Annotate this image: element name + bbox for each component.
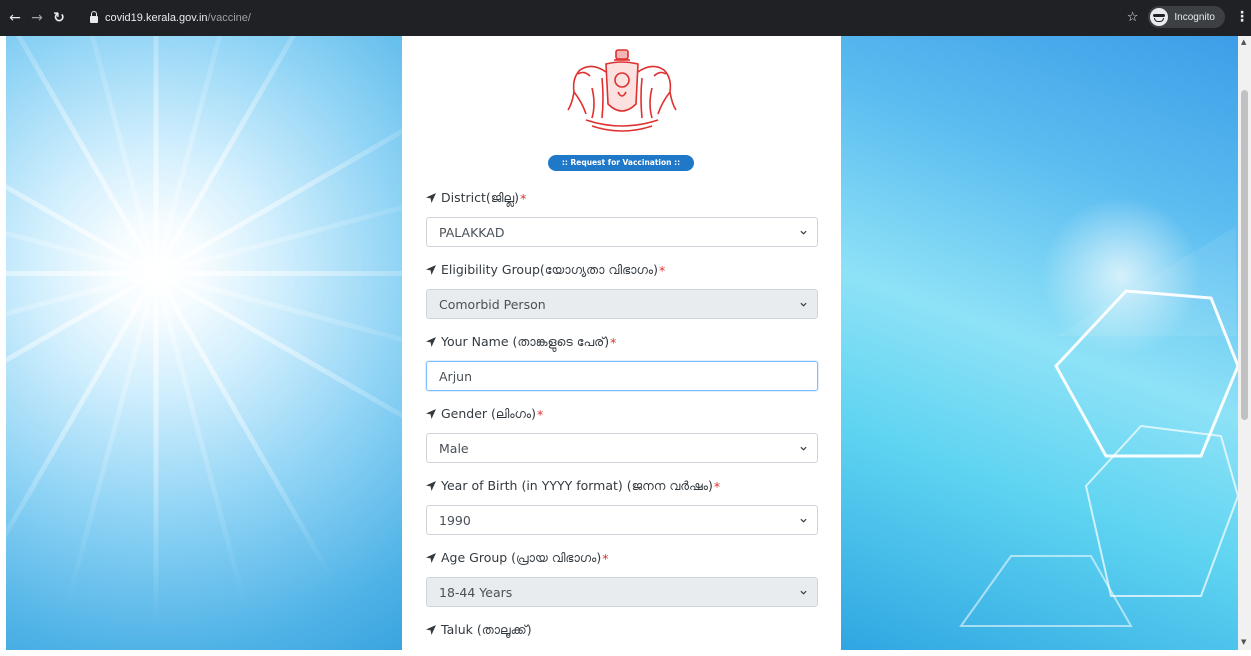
year-of-birth-selected-value: 1990 [439,512,471,528]
district-label: District(ജില്ല) * [426,186,818,210]
location-arrow-icon [426,337,436,347]
district-selected-value: PALAKKAD [439,224,505,240]
gender-field: Gender (ലിംഗം) * Male [426,402,818,463]
location-arrow-icon [426,265,436,275]
year-of-birth-label-text: Year of Birth (in YYYY format) (ജനന വർഷം… [441,478,713,493]
chevron-down-icon [800,590,807,595]
age-group-select[interactable]: 18-44 Years [426,577,818,607]
chevron-down-icon [800,230,807,235]
required-marker: * [520,190,527,206]
name-input-wrapper [426,361,818,391]
url-host: covid19.kerala.gov.in [105,12,208,24]
kebab-menu-icon[interactable]: ⋮ [1235,9,1249,25]
gender-label: Gender (ലിംഗം) * [426,402,818,426]
chevron-down-icon [800,446,807,451]
vaccination-form: District(ജില്ല) * PALAKKAD Eligibility Gr… [426,186,818,650]
right-hexagon-background [841,36,1238,650]
gender-selected-value: Male [439,440,469,456]
eligibility-group-field: Eligibility Group(യോഗ്യതാ വിഭാഗം) * Comor… [426,258,818,319]
eligibility-group-label: Eligibility Group(യോഗ്യതാ വിഭാഗം) * [426,258,818,282]
browser-toolbar: ← → ↻ covid19.kerala.gov.in/vaccine/ ☆ I… [0,0,1251,36]
chevron-down-icon [800,518,807,523]
star-icon[interactable]: ☆ [1127,10,1139,25]
name-input[interactable] [439,368,807,384]
scroll-up-icon[interactable]: ▲ [1241,38,1246,46]
kerala-emblem-logo [567,49,677,132]
name-field: Your Name (താങ്കളുടെ പേര്) * [426,330,818,391]
light-ray [153,36,159,624]
location-arrow-icon [426,481,436,491]
year-of-birth-label: Year of Birth (in YYYY format) (ജനന വർഷം… [426,474,818,498]
age-group-label: Age Group (പ്രായ വിഭാഗം) * [426,546,818,570]
location-arrow-icon [426,409,436,419]
taluk-field: Taluk (താലൂക്ക്) [426,618,818,642]
district-select[interactable]: PALAKKAD [426,217,818,247]
incognito-icon [1150,8,1169,26]
left-sunburst-background [6,36,402,650]
lock-icon[interactable] [90,11,98,23]
district-label-text: District(ജില്ല) [441,190,520,205]
url-path: /vaccine/ [207,12,251,24]
request-for-vaccination-banner: :: Request for Vaccination :: [548,155,694,171]
scrollbar-thumb[interactable] [1241,90,1248,420]
required-marker: * [537,406,544,422]
taluk-label-text: Taluk (താലൂക്ക്) [441,622,532,637]
age-group-field: Age Group (പ്രായ വിഭാഗം) * 18-44 Years [426,546,818,607]
arrow-right-icon[interactable]: → [26,10,48,26]
year-of-birth-field: Year of Birth (in YYYY format) (ജനന വർഷം… [426,474,818,535]
hexagon-graphics [959,226,1238,627]
required-marker: * [658,262,666,278]
year-of-birth-select[interactable]: 1990 [426,505,818,535]
name-label-text: Your Name (താങ്കളുടെ പേര്) [441,334,610,349]
age-group-label-text: Age Group (പ്രായ വിഭാഗം) [441,550,602,565]
location-arrow-icon [426,625,436,635]
required-marker: * [610,334,617,350]
location-arrow-icon [426,193,436,203]
eligibility-group-select[interactable]: Comorbid Person [426,289,818,319]
page-bottom-edge [0,650,1251,656]
gender-select[interactable]: Male [426,433,818,463]
gender-label-text: Gender (ലിംഗം) [441,406,537,421]
arrow-left-icon[interactable]: ← [4,10,26,26]
age-group-selected-value: 18-44 Years [439,584,513,600]
scroll-down-icon[interactable]: ▼ [1241,638,1246,646]
location-arrow-icon [426,553,436,563]
incognito-label: Incognito [1174,11,1215,23]
taluk-label: Taluk (താലൂക്ക്) [426,618,818,642]
address-bar[interactable]: covid19.kerala.gov.in/vaccine/ [90,7,251,29]
district-field: District(ജില്ല) * PALAKKAD [426,186,818,247]
reload-icon[interactable]: ↻ [48,10,70,26]
eligibility-group-label-text: Eligibility Group(യോഗ്യതാ വിഭാഗം) [441,262,658,277]
page-scrollbar[interactable]: ▲ ▼ [1238,36,1251,650]
chevron-down-icon [800,302,807,307]
required-marker: * [713,478,721,494]
vaccination-form-panel: :: Request for Vaccination :: District(ജ… [402,36,841,650]
required-marker: * [602,550,609,566]
light-ray [6,271,402,276]
incognito-badge[interactable]: Incognito [1148,6,1225,28]
eligibility-group-selected-value: Comorbid Person [439,296,546,312]
name-label: Your Name (താങ്കളുടെ പേര്) * [426,330,818,354]
